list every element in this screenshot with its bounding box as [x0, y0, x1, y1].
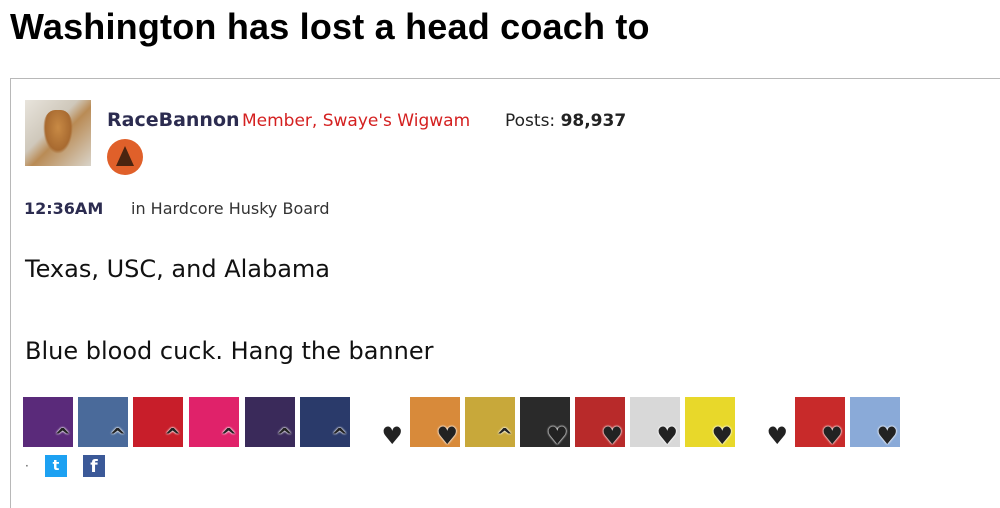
upvote-overlay-icon: ^ [109, 424, 126, 447]
post-body-line-2: Blue blood cuck. Hang the banner [25, 337, 434, 365]
stadium-scoreboard-reaction-icon[interactable]: ^ [300, 397, 350, 447]
pineapple-reaction-icon[interactable]: ^ [465, 397, 515, 447]
red-flag-reaction-icon[interactable]: ♥ [795, 397, 845, 447]
heart-overlay-icon: ♥ [766, 422, 788, 447]
red-stripes-reaction-icon[interactable]: ^ [133, 397, 183, 447]
protest-sign-reaction-icon[interactable]: ♥ [575, 397, 625, 447]
yellow-portrait-reaction-icon[interactable]: ♥ [685, 397, 735, 447]
thread-title: Washington has lost a head coach to [10, 6, 650, 47]
upvote-overlay-icon: ^ [220, 424, 237, 447]
post-body-line-1: Texas, USC, and Alabama [25, 255, 331, 283]
post-container: RaceBannon Member, Swaye's Wigwam Posts:… [10, 78, 1000, 508]
lei-man-reaction-icon[interactable]: ♥ [520, 397, 570, 447]
cum-sign-reaction-icon[interactable]: ♥ [410, 397, 460, 447]
username-link[interactable]: RaceBannon [107, 109, 240, 131]
masked-face-reaction-icon[interactable]: ^ [78, 397, 128, 447]
fpa-text-reaction-icon[interactable]: ♥ [355, 397, 405, 447]
heart-overlay-icon: ♥ [876, 422, 898, 447]
heart-overlay-icon: ♥ [546, 422, 568, 447]
post-count: Posts: 98,937 [505, 111, 626, 131]
share-separator: · [25, 459, 29, 473]
heart-overlay-icon: ♥ [656, 422, 678, 447]
avatar[interactable] [25, 100, 91, 166]
heart-overlay-icon: ♥ [821, 422, 843, 447]
plain-heart-reaction-icon[interactable]: ♥ [740, 397, 790, 447]
reactions-bar: ^ ^ ^ ^ ^ ^ ♥ ♥ ^ ♥ ♥ ♥ ♥ ♥ ♥ ♥ [23, 397, 923, 449]
heart-overlay-icon: ♥ [381, 422, 403, 447]
share-bar: · t f [23, 455, 223, 479]
upvote-overlay-icon: ^ [331, 424, 348, 447]
dog-photo-icon [43, 110, 73, 154]
heart-overlay-icon: ♥ [601, 422, 623, 447]
upvote-overlay-icon: ^ [164, 424, 181, 447]
posts-label: Posts: [505, 111, 556, 131]
upvote-overlay-icon: ^ [496, 424, 513, 447]
sky-field-reaction-icon[interactable]: ♥ [850, 397, 900, 447]
post-category[interactable]: in Hardcore Husky Board [131, 199, 329, 218]
green-circle-reaction-icon[interactable]: ^ [189, 397, 239, 447]
post-time-link[interactable]: 12:36AM [24, 199, 103, 218]
user-role: Member, Swaye's Wigwam [242, 111, 471, 131]
upvote-overlay-icon: ^ [54, 424, 71, 447]
heart-overlay-icon: ♥ [436, 422, 458, 447]
upvote-overlay-icon: ^ [276, 424, 293, 447]
purple-crown-reaction-icon[interactable]: ^ [23, 397, 73, 447]
tipi-badge-icon[interactable] [107, 139, 143, 175]
posts-count-value: 98,937 [560, 111, 627, 131]
twitter-share-icon[interactable]: t [45, 455, 67, 477]
facebook-share-icon[interactable]: f [83, 455, 105, 477]
heart-overlay-icon: ♥ [711, 422, 733, 447]
i-heart-sign-reaction-icon[interactable]: ♥ [630, 397, 680, 447]
purple-crowd-reaction-icon[interactable]: ^ [245, 397, 295, 447]
